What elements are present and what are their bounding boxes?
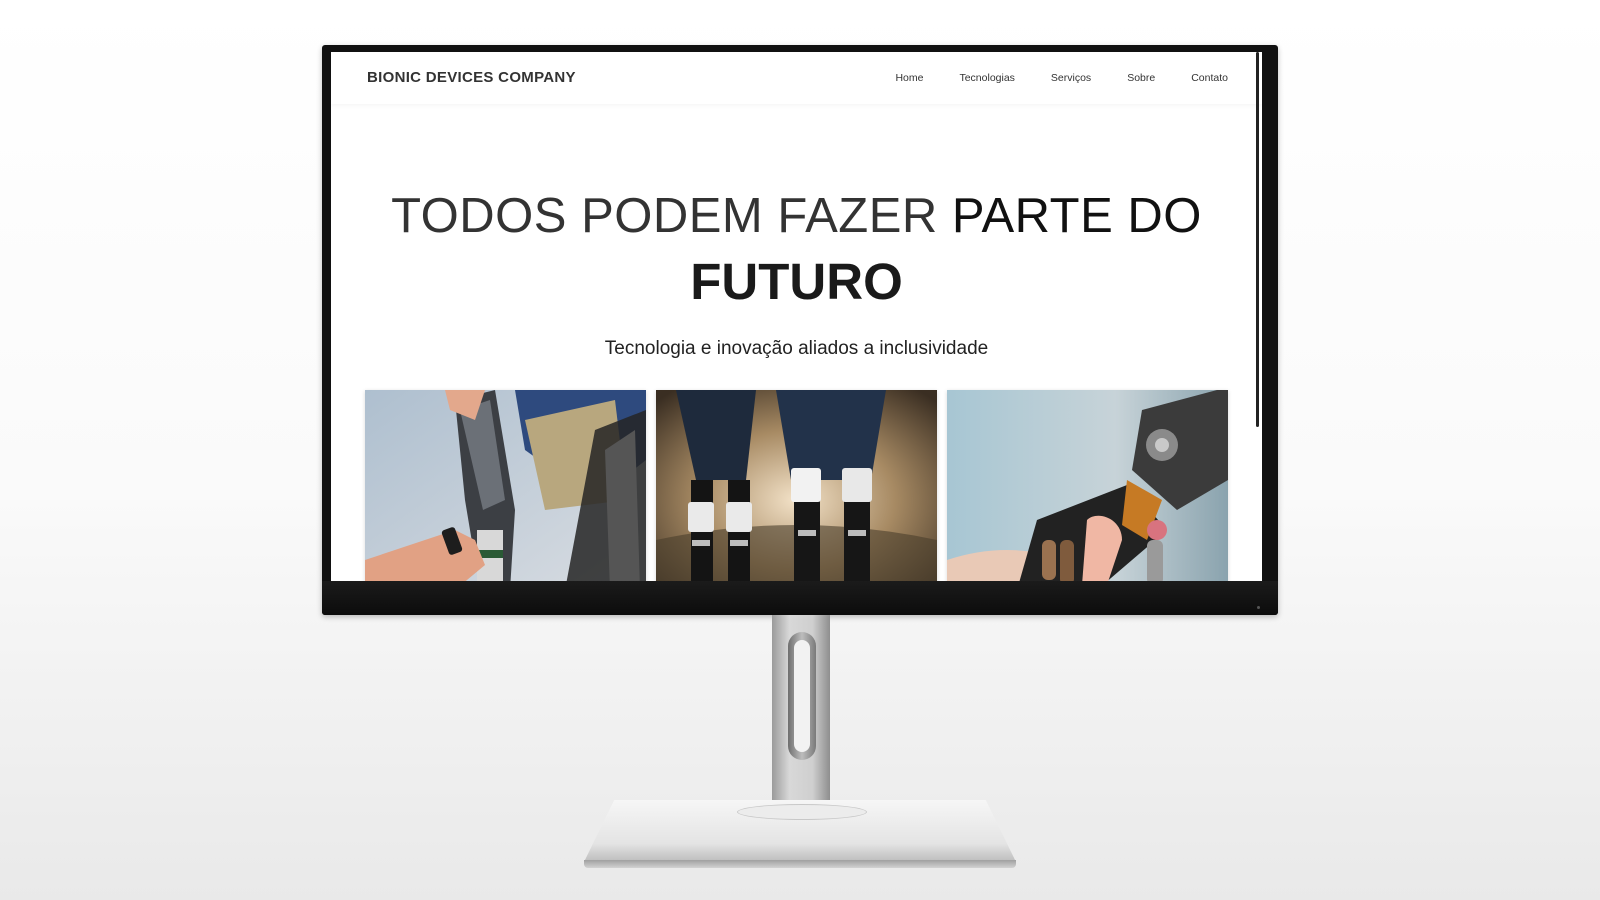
hero-title-light: TODOS PODEM FAZER bbox=[391, 189, 938, 243]
prosthetic-leg-photo[interactable] bbox=[365, 390, 646, 581]
stand-base-ring bbox=[737, 804, 867, 820]
nav-link-tecnologias[interactable]: Tecnologias bbox=[959, 72, 1014, 84]
nav-link-contato[interactable]: Contato bbox=[1191, 72, 1228, 84]
nav-menu: Home Tecnologias Serviços Sobre Contato bbox=[895, 72, 1228, 84]
site-logo[interactable]: BIONIC DEVICES COMPANY bbox=[367, 69, 576, 86]
hero-title-dark: PARTE DO bbox=[951, 189, 1202, 243]
navbar: BIONIC DEVICES COMPANY Home Tecnologias … bbox=[331, 52, 1262, 104]
image-gallery bbox=[365, 390, 1228, 581]
hero-title: TODOS PODEM FAZER PARTE DO bbox=[331, 188, 1262, 244]
bionic-legs-photo[interactable] bbox=[656, 390, 937, 581]
monitor: BIONIC DEVICES COMPANY Home Tecnologias … bbox=[322, 45, 1278, 615]
monitor-stand-base-edge bbox=[584, 860, 1016, 868]
hero-subtitle: Tecnologia e inovação aliados a inclusiv… bbox=[604, 338, 989, 359]
robotic-hand-photo[interactable] bbox=[947, 390, 1228, 581]
nav-link-sobre[interactable]: Sobre bbox=[1127, 72, 1155, 84]
screen: BIONIC DEVICES COMPANY Home Tecnologias … bbox=[331, 52, 1262, 581]
stand-cable-slot-inner bbox=[794, 640, 810, 752]
nav-link-servicos[interactable]: Serviços bbox=[1051, 72, 1091, 84]
nav-link-home[interactable]: Home bbox=[895, 72, 923, 84]
hero-title-bold: FUTURO bbox=[690, 253, 903, 310]
monitor-chin bbox=[322, 581, 1278, 615]
scrollbar[interactable] bbox=[1256, 52, 1259, 427]
power-led-icon bbox=[1257, 606, 1260, 609]
